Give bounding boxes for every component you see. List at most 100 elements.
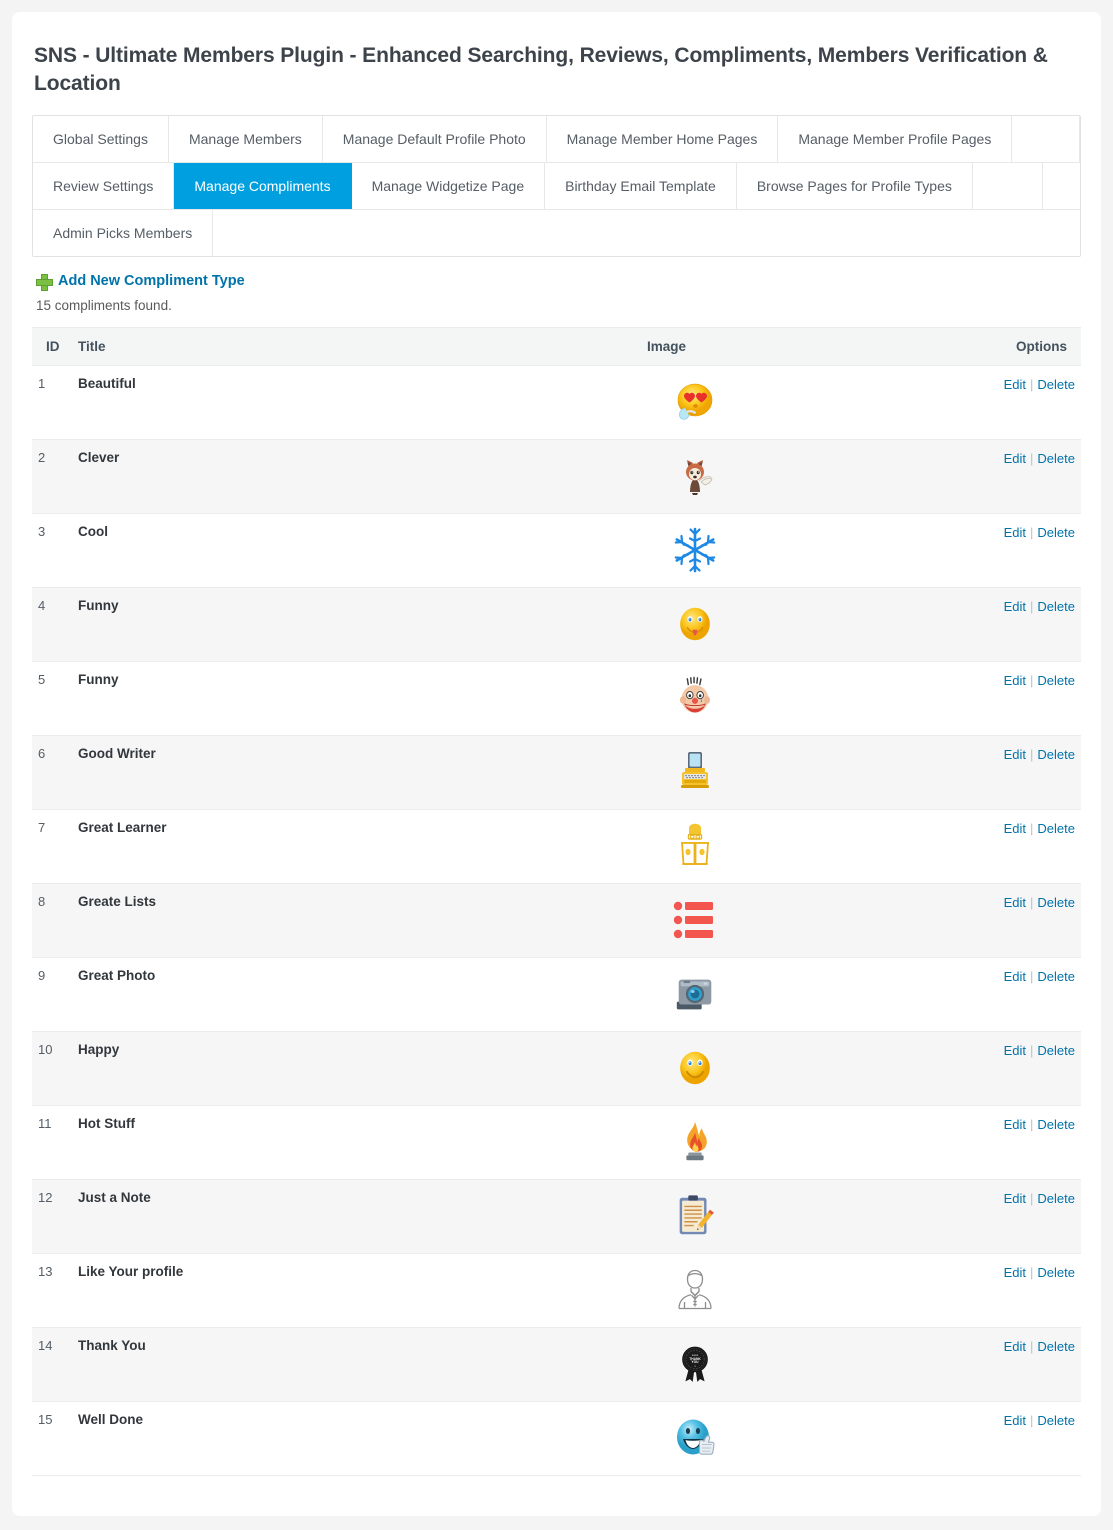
edit-link[interactable]: Edit — [1004, 1265, 1026, 1280]
cell-options: Edit|Delete — [971, 514, 1081, 588]
delete-link[interactable]: Delete — [1037, 895, 1075, 910]
column-header-options: Options — [971, 328, 1081, 366]
cell-title: Greate Lists — [72, 884, 641, 958]
delete-link[interactable]: Delete — [1037, 1043, 1075, 1058]
tab-review-settings[interactable]: Review Settings — [33, 163, 174, 209]
delete-link[interactable]: Delete — [1037, 525, 1075, 540]
action-separator: | — [1026, 1191, 1037, 1206]
cell-options: Edit|Delete — [971, 366, 1081, 440]
tab-manage-compliments[interactable]: Manage Compliments — [174, 163, 351, 209]
tab-global-settings[interactable]: Global Settings — [33, 116, 169, 162]
cell-id: 4 — [32, 588, 72, 662]
compliments-table: ID Title Image Options 1Beautiful Edit|D… — [32, 327, 1081, 1476]
admin-card: SNS - Ultimate Members Plugin - Enhanced… — [12, 12, 1101, 1516]
clown-face-icon — [669, 672, 721, 724]
action-separator: | — [1026, 1043, 1037, 1058]
edit-link[interactable]: Edit — [1004, 821, 1026, 836]
icon-wrapper — [647, 1412, 965, 1464]
cell-image — [641, 1032, 971, 1106]
cell-image — [641, 440, 971, 514]
action-separator: | — [1026, 969, 1037, 984]
delete-link[interactable]: Delete — [1037, 1265, 1075, 1280]
admin-page: SNS - Ultimate Members Plugin - Enhanced… — [0, 0, 1113, 1530]
tab-birthday-email-template[interactable]: Birthday Email Template — [545, 163, 737, 209]
tab-row-filler — [213, 210, 1080, 256]
cell-title: Funny — [72, 588, 641, 662]
snowflake-icon — [669, 524, 721, 576]
edit-link[interactable]: Edit — [1004, 1117, 1026, 1132]
icon-wrapper — [647, 894, 965, 946]
icon-wrapper: ★★★ THANK YOU ✦ — [647, 1338, 965, 1390]
delete-link[interactable]: Delete — [1037, 747, 1075, 762]
cell-image — [641, 884, 971, 958]
table-row: 13Like Your profile Edit|Delete — [32, 1254, 1081, 1328]
icon-wrapper — [647, 672, 965, 724]
cell-options: Edit|Delete — [971, 662, 1081, 736]
action-separator: | — [1026, 1265, 1037, 1280]
edit-link[interactable]: Edit — [1004, 1413, 1026, 1428]
cell-id: 2 — [32, 440, 72, 514]
add-new-compliment-type-link[interactable]: Add New Compliment Type — [58, 273, 245, 289]
cell-title: Like Your profile — [72, 1254, 641, 1328]
action-separator: | — [1026, 1117, 1037, 1132]
cell-id: 7 — [32, 810, 72, 884]
tab-admin-picks-members[interactable]: Admin Picks Members — [33, 210, 213, 256]
cell-image — [641, 1180, 971, 1254]
edit-link[interactable]: Edit — [1004, 1339, 1026, 1354]
camera-icon — [669, 968, 721, 1020]
tab-row-filler — [1043, 163, 1080, 209]
cell-title: Cool — [72, 514, 641, 588]
icon-wrapper — [647, 968, 965, 1020]
delete-link[interactable]: Delete — [1037, 1339, 1075, 1354]
smiley-face-icon — [669, 1042, 721, 1094]
edit-link[interactable]: Edit — [1004, 1191, 1026, 1206]
tab-manage-members[interactable]: Manage Members — [169, 116, 323, 162]
edit-link[interactable]: Edit — [1004, 673, 1026, 688]
delete-link[interactable]: Delete — [1037, 673, 1075, 688]
tab-row: Global SettingsManage MembersManage Defa… — [33, 116, 1080, 163]
cell-id: 9 — [32, 958, 72, 1032]
delete-link[interactable]: Delete — [1037, 377, 1075, 392]
delete-link[interactable]: Delete — [1037, 1117, 1075, 1132]
cell-options: Edit|Delete — [971, 1180, 1081, 1254]
cell-id: 12 — [32, 1180, 72, 1254]
cell-options: Edit|Delete — [971, 1402, 1081, 1476]
edit-link[interactable]: Edit — [1004, 599, 1026, 614]
delete-link[interactable]: Delete — [1037, 451, 1075, 466]
icon-wrapper — [647, 524, 965, 576]
edit-link[interactable]: Edit — [1004, 451, 1026, 466]
edit-link[interactable]: Edit — [1004, 747, 1026, 762]
delete-link[interactable]: Delete — [1037, 599, 1075, 614]
edit-link[interactable]: Edit — [1004, 377, 1026, 392]
edit-link[interactable]: Edit — [1004, 525, 1026, 540]
cell-title: Beautiful — [72, 366, 641, 440]
icon-wrapper — [647, 1190, 965, 1242]
edit-link[interactable]: Edit — [1004, 895, 1026, 910]
tab-browse-pages-for-profile-types[interactable]: Browse Pages for Profile Types — [737, 163, 973, 209]
delete-link[interactable]: Delete — [1037, 1413, 1075, 1428]
delete-link[interactable]: Delete — [1037, 969, 1075, 984]
column-header-id: ID — [32, 328, 72, 366]
tab-manage-member-profile-pages[interactable]: Manage Member Profile Pages — [778, 116, 1012, 162]
compliments-count-text: 15 compliments found. — [36, 298, 1081, 313]
tab-manage-default-profile-photo[interactable]: Manage Default Profile Photo — [323, 116, 547, 162]
icon-wrapper — [647, 1264, 965, 1316]
cell-title: Happy — [72, 1032, 641, 1106]
cell-id: 6 — [32, 736, 72, 810]
edit-link[interactable]: Edit — [1004, 969, 1026, 984]
table-row: 10Happy Edit|Delete — [32, 1032, 1081, 1106]
svg-text:YOU: YOU — [691, 1361, 699, 1365]
edit-link[interactable]: Edit — [1004, 1043, 1026, 1058]
delete-link[interactable]: Delete — [1037, 821, 1075, 836]
cell-title: Clever — [72, 440, 641, 514]
cell-title: Funny — [72, 662, 641, 736]
table-row: 6Good Writer Edit|Delete — [32, 736, 1081, 810]
delete-link[interactable]: Delete — [1037, 1191, 1075, 1206]
tab-manage-member-home-pages[interactable]: Manage Member Home Pages — [547, 116, 779, 162]
cell-image — [641, 366, 971, 440]
tab-manage-widgetize-page[interactable]: Manage Widgetize Page — [352, 163, 546, 209]
icon-wrapper — [647, 1042, 965, 1094]
table-body: 1Beautiful Edit|Delete2Clever — [32, 366, 1081, 1476]
action-separator: | — [1026, 599, 1037, 614]
cell-id: 14 — [32, 1328, 72, 1402]
